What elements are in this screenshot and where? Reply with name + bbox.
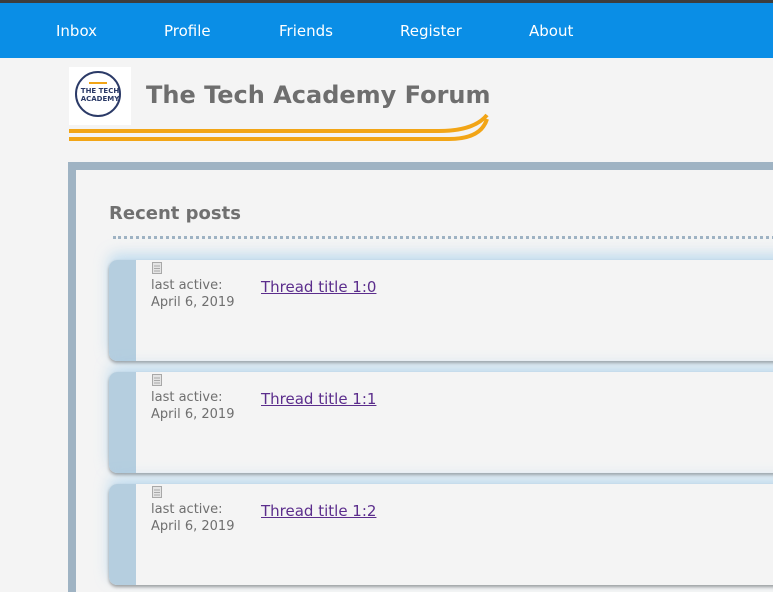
section-divider [113,236,773,239]
post-meta: last active: April 6, 2019 [151,389,234,423]
nav-register-link[interactable]: Register [400,22,462,40]
nav-about-link[interactable]: About [529,22,573,40]
nav-inbox-link[interactable]: Inbox [56,22,97,40]
site-title: The Tech Academy Forum [146,81,491,109]
logo-text-line1: THE TECH [80,87,120,95]
header-swoosh [69,113,489,141]
last-active-label: last active: [151,278,223,293]
document-icon [152,374,162,386]
document-icon [152,262,162,274]
post-item: last active: April 6, 2019 Thread title … [109,372,773,473]
nav-friends-link[interactable]: Friends [279,22,333,40]
last-active-date: April 6, 2019 [151,407,235,422]
nav-profile-link[interactable]: Profile [164,22,211,40]
document-icon [152,486,162,498]
last-active-label: last active: [151,502,223,517]
post-item: last active: April 6, 2019 Thread title … [109,260,773,361]
last-active-date: April 6, 2019 [151,519,235,534]
logo-accent-bar [89,82,107,84]
thread-title-link[interactable]: Thread title 1:2 [261,502,376,520]
last-active-label: last active: [151,390,223,405]
logo-text-line2: ACADEMY [80,95,120,103]
post-strip [109,372,136,473]
section-title: Recent posts [109,203,241,224]
thread-title-link[interactable]: Thread title 1:1 [261,390,376,408]
post-strip [109,484,136,585]
top-navigation: Inbox Profile Friends Register About [0,3,773,58]
post-strip [109,260,136,361]
post-item: last active: April 6, 2019 Thread title … [109,484,773,585]
logo-text: THE TECH ACADEMY [77,87,123,103]
thread-title-link[interactable]: Thread title 1:0 [261,278,376,296]
post-meta: last active: April 6, 2019 [151,501,234,535]
site-header: THE TECH ACADEMY The Tech Academy Forum [69,67,491,147]
last-active-date: April 6, 2019 [151,295,235,310]
post-meta: last active: April 6, 2019 [151,277,234,311]
